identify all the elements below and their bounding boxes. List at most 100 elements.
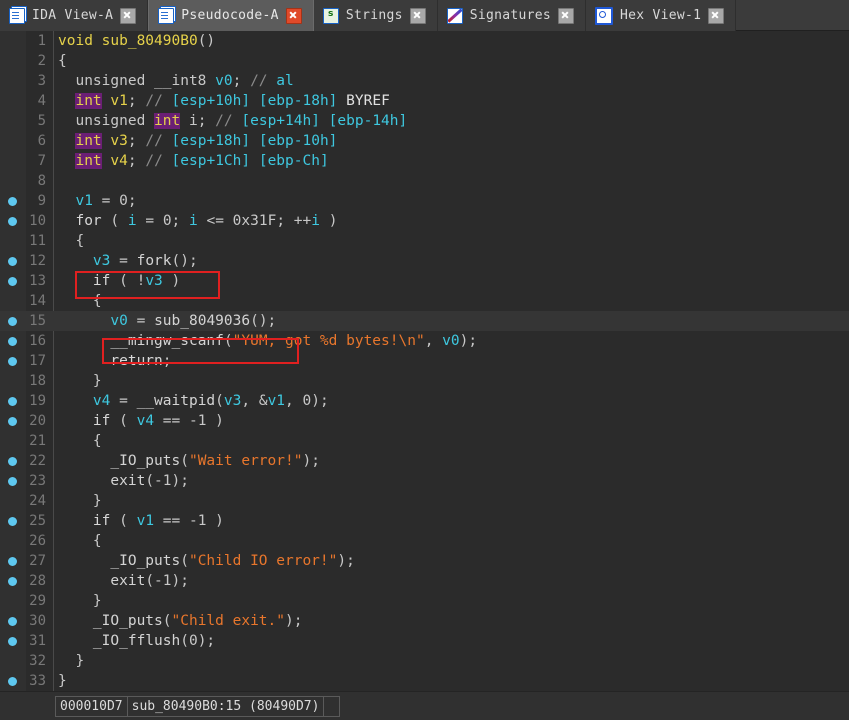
- code-line[interactable]: 28 exit(-1);: [0, 571, 849, 591]
- token-punct: [58, 273, 93, 289]
- code-line[interactable]: 18 }: [0, 371, 849, 391]
- line-code[interactable]: }: [58, 491, 102, 511]
- token-punct: ;: [127, 153, 146, 169]
- line-code[interactable]: }: [58, 671, 67, 691]
- code-line[interactable]: 6 int v3; // [esp+18h] [ebp-10h]: [0, 131, 849, 151]
- code-line[interactable]: 9 v1 = 0;: [0, 191, 849, 211]
- code-line[interactable]: 12 v3 = fork();: [0, 251, 849, 271]
- line-code[interactable]: {: [58, 291, 102, 311]
- line-code[interactable]: v0 = sub_8049036();: [58, 311, 276, 331]
- token-punct: ;: [127, 93, 146, 109]
- code-line[interactable]: 15 v0 = sub_8049036();: [0, 311, 849, 331]
- close-icon[interactable]: [557, 7, 574, 24]
- code-line[interactable]: 26 {: [0, 531, 849, 551]
- line-code[interactable]: if ( v1 == -1 ): [58, 511, 224, 531]
- line-code[interactable]: unsigned __int8 v0; // al: [58, 71, 294, 91]
- line-code[interactable]: _IO_fflush(0);: [58, 631, 215, 651]
- line-code[interactable]: void sub_80490B0(): [58, 31, 215, 51]
- status-location: sub_80490B0:15 (80490D7): [126, 695, 325, 717]
- token-punct: [58, 553, 110, 569]
- code-line[interactable]: 13 if ( !v3 ): [0, 271, 849, 291]
- line-code[interactable]: }: [58, 651, 84, 671]
- code-line[interactable]: 14 {: [0, 291, 849, 311]
- token-loc: [esp+1Ch] [ebp-Ch]: [171, 153, 329, 169]
- line-code[interactable]: exit(-1);: [58, 571, 189, 591]
- code-line[interactable]: 20 if ( v4 == -1 ): [0, 411, 849, 431]
- tab-ida-view-a[interactable]: IDA View-A: [0, 0, 149, 31]
- line-code[interactable]: {: [58, 531, 102, 551]
- token-punct: ;: [127, 133, 146, 149]
- line-code[interactable]: int v3; // [esp+18h] [ebp-10h]: [58, 131, 337, 151]
- code-line[interactable]: 19 v4 = __waitpid(v3, &v1, 0);: [0, 391, 849, 411]
- token-punct: {: [58, 433, 102, 449]
- code-line[interactable]: 29 }: [0, 591, 849, 611]
- line-code[interactable]: exit(-1);: [58, 471, 189, 491]
- line-code[interactable]: {: [58, 431, 102, 451]
- line-number: 26: [29, 533, 46, 549]
- code-line[interactable]: 33}: [0, 671, 849, 691]
- token-punct: [58, 133, 75, 149]
- line-code[interactable]: }: [58, 371, 102, 391]
- code-line[interactable]: 11 {: [0, 231, 849, 251]
- code-line[interactable]: 10 for ( i = 0; i <= 0x31F; ++i ): [0, 211, 849, 231]
- code-line[interactable]: 24 }: [0, 491, 849, 511]
- line-code[interactable]: for ( i = 0; i <= 0x31F; ++i ): [58, 211, 337, 231]
- code-line[interactable]: 1 void sub_80490B0(): [0, 31, 849, 51]
- line-code[interactable]: v3 = fork();: [58, 251, 198, 271]
- tab-pseudocode-a[interactable]: Pseudocode-A: [148, 0, 314, 31]
- code-line[interactable]: 7 int v4; // [esp+1Ch] [ebp-Ch]: [0, 151, 849, 171]
- token-str: "Child exit.": [171, 613, 286, 629]
- line-number: 5: [37, 113, 46, 129]
- close-icon[interactable]: [409, 7, 426, 24]
- line-code[interactable]: v4 = __waitpid(v3, &v1, 0);: [58, 391, 329, 411]
- line-code[interactable]: _IO_puts("Wait error!");: [58, 451, 320, 471]
- tab-signatures[interactable]: Signatures: [437, 0, 586, 31]
- code-line[interactable]: 4 int v1; // [esp+10h] [ebp-18h] BYREF: [0, 91, 849, 111]
- line-code[interactable]: if ( !v3 ): [58, 271, 180, 291]
- token-punct: (: [145, 473, 155, 489]
- line-code[interactable]: }: [58, 591, 102, 611]
- line-code[interactable]: if ( v4 == -1 ): [58, 411, 224, 431]
- line-number: 11: [29, 233, 46, 249]
- line-code[interactable]: {: [58, 231, 84, 251]
- token-var: v3: [92, 253, 111, 269]
- line-code[interactable]: _IO_puts("Child IO error!");: [58, 551, 355, 571]
- tab-strings[interactable]: Strings: [313, 0, 438, 31]
- code-line[interactable]: 23 exit(-1);: [0, 471, 849, 491]
- code-line[interactable]: 3 unsigned __int8 v0; // al: [0, 71, 849, 91]
- line-code[interactable]: return;: [58, 351, 171, 371]
- line-code[interactable]: v1 = 0;: [58, 191, 136, 211]
- code-line[interactable]: 2{: [0, 51, 849, 71]
- code-line[interactable]: 21 {: [0, 431, 849, 451]
- code-line[interactable]: 32 }: [0, 651, 849, 671]
- pseudocode-editor[interactable]: 1 void sub_80490B0() 2{3 unsigned __int8 v…: [0, 31, 849, 691]
- token-punct: );: [337, 553, 355, 569]
- code-line[interactable]: 5 unsigned int i; // [esp+14h] [ebp-14h]: [0, 111, 849, 131]
- tab-hex-view-1[interactable]: Hex View-1: [585, 0, 737, 31]
- close-icon[interactable]: [708, 7, 725, 24]
- token-punct: }: [58, 373, 102, 389]
- line-code[interactable]: _IO_puts("Child exit.");: [58, 611, 303, 631]
- close-icon[interactable]: [120, 7, 137, 24]
- code-line[interactable]: 30 _IO_puts("Child exit.");: [0, 611, 849, 631]
- close-icon[interactable]: [285, 7, 302, 24]
- line-code[interactable]: {: [58, 51, 67, 71]
- status-offset: 000010D7: [55, 695, 128, 717]
- line-code[interactable]: int v4; // [esp+1Ch] [ebp-Ch]: [58, 151, 329, 171]
- token-type: v1: [110, 93, 128, 109]
- code-line[interactable]: 16 __mingw_scanf("YUM, got %d bytes!\n",…: [0, 331, 849, 351]
- line-code[interactable]: __mingw_scanf("YUM, got %d bytes!\n", v0…: [58, 331, 477, 351]
- line-code[interactable]: int v1; // [esp+10h] [ebp-18h] BYREF: [58, 91, 390, 111]
- token-loc: al: [276, 73, 294, 89]
- code-line[interactable]: 8: [0, 171, 849, 191]
- token-punct: );: [285, 613, 303, 629]
- token-punct: ;: [232, 73, 251, 89]
- code-line[interactable]: 22 _IO_puts("Wait error!");: [0, 451, 849, 471]
- code-line[interactable]: 17 return;: [0, 351, 849, 371]
- code-line[interactable]: 31 _IO_fflush(0);: [0, 631, 849, 651]
- line-number: 19: [29, 393, 46, 409]
- token-var: v4: [92, 393, 111, 409]
- code-line[interactable]: 27 _IO_puts("Child IO error!");: [0, 551, 849, 571]
- line-code[interactable]: unsigned int i; // [esp+14h] [ebp-14h]: [58, 111, 407, 131]
- code-line[interactable]: 25 if ( v1 == -1 ): [0, 511, 849, 531]
